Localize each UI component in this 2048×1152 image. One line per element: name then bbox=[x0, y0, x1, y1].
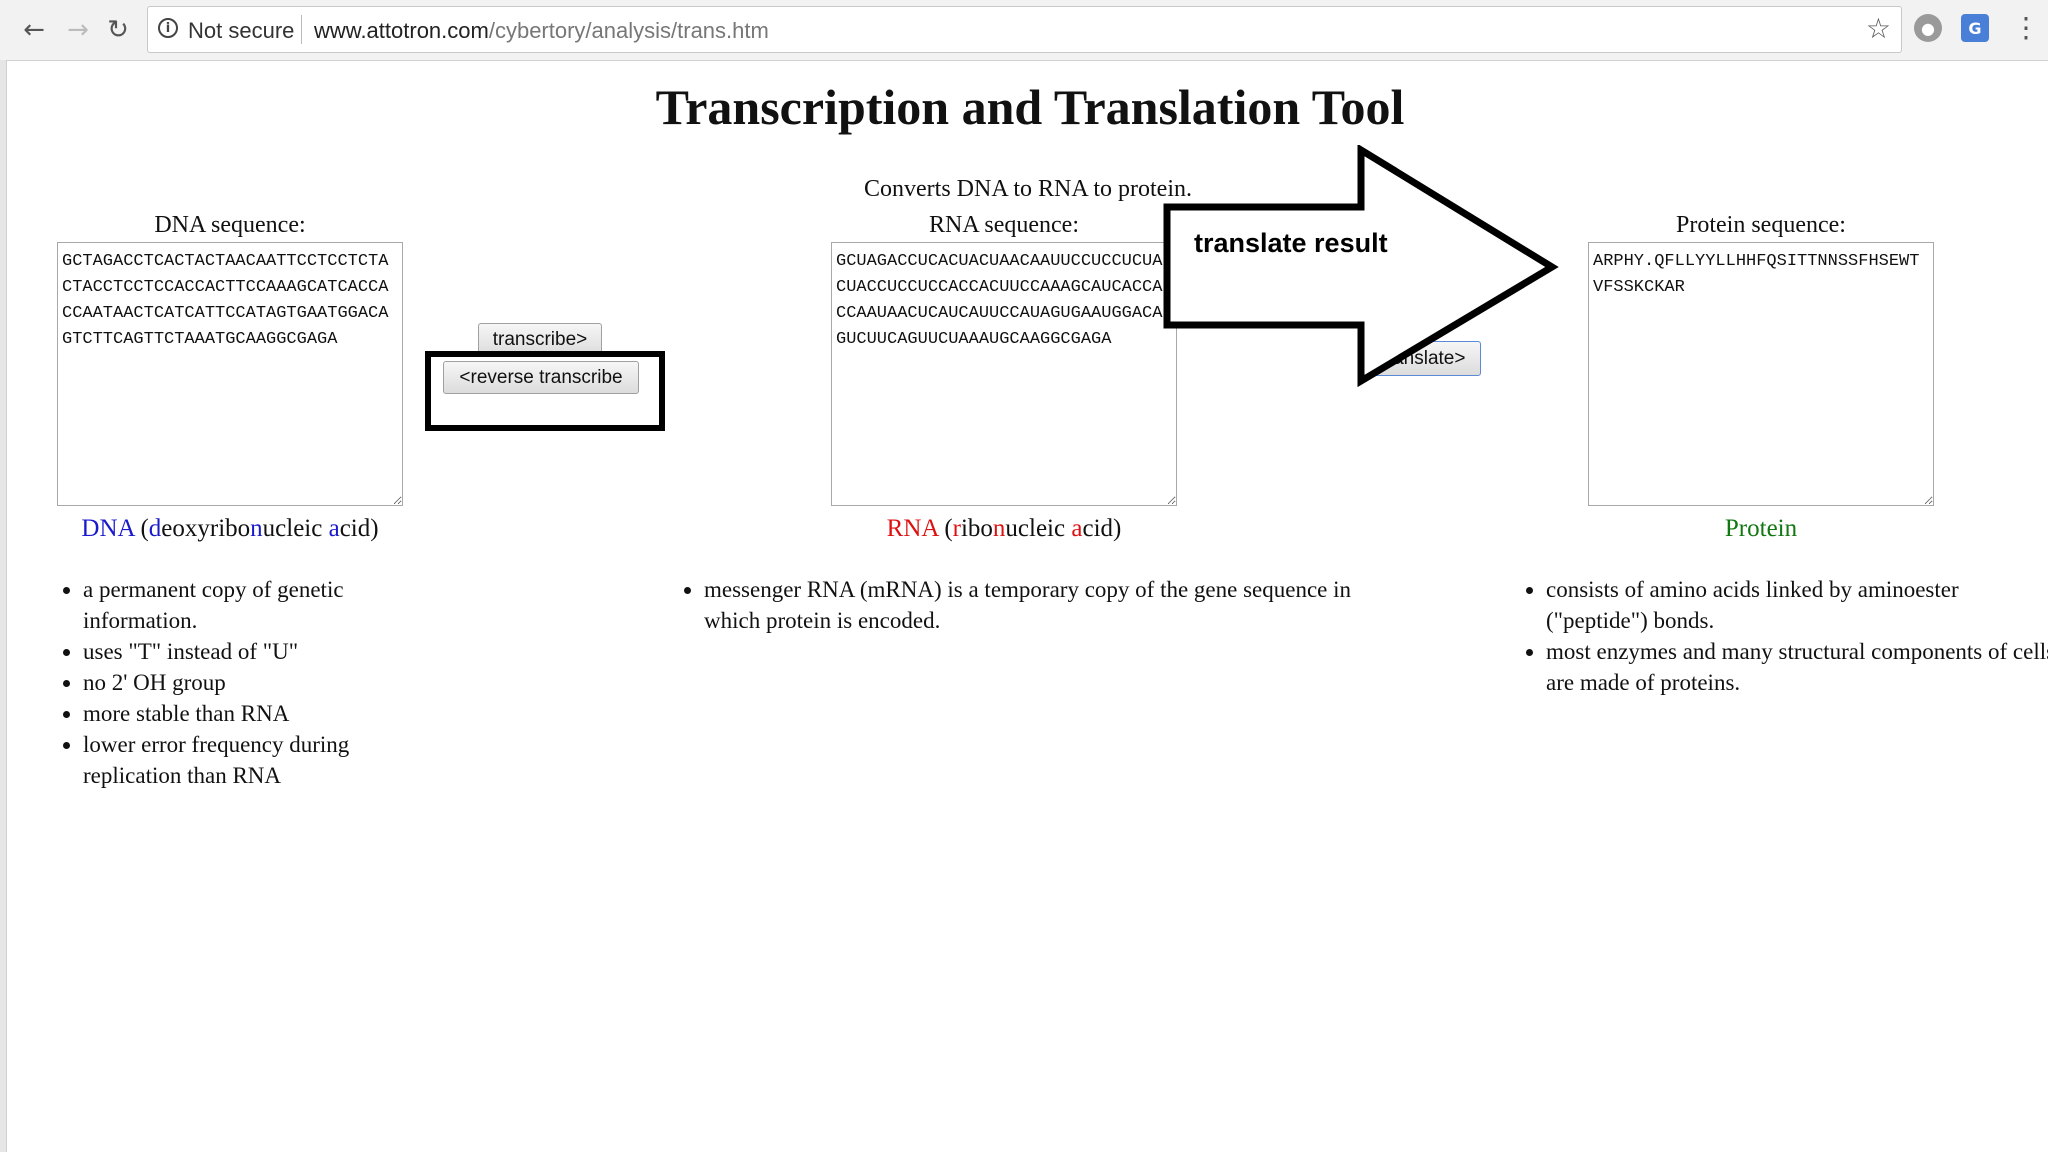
list-item: a permanent copy of genetic information. bbox=[83, 574, 413, 636]
rna-sequence-input[interactable]: GCUAGACCUCACUACUAACAAUUCCUCCUCUACUACCUCC… bbox=[831, 242, 1177, 506]
dna-sequence-input[interactable]: GCTAGACCTCACTACTAACAATTCCTCCTCTACTACCTCC… bbox=[57, 242, 403, 506]
dna-caption-part: ( bbox=[140, 515, 149, 542]
dna-sequence-label: DNA sequence: bbox=[154, 212, 306, 238]
rna-caption-part: ibo bbox=[960, 515, 993, 542]
dna-caption-part: ucleic bbox=[262, 515, 329, 542]
url-text[interactable]: www.attotron.com/cybertory/analysis/tran… bbox=[314, 18, 769, 44]
security-label[interactable]: Not secure bbox=[188, 18, 294, 44]
protein-caption: Protein bbox=[1724, 515, 1798, 542]
window-left-edge bbox=[0, 60, 7, 1152]
list-item: consists of amino acids linked by aminoe… bbox=[1546, 574, 2048, 636]
address-bar[interactable]: i Not secure www.attotron.com/cybertory/… bbox=[147, 6, 1902, 53]
info-icon[interactable]: i bbox=[158, 18, 178, 38]
list-item: most enzymes and many structural compone… bbox=[1546, 636, 2048, 698]
address-separator bbox=[301, 15, 302, 44]
back-arrow-icon[interactable]: ← bbox=[16, 12, 52, 48]
bookmark-star-icon[interactable]: ☆ bbox=[1866, 12, 1891, 45]
url-path: /cybertory/analysis/trans.htm bbox=[488, 18, 769, 43]
protein-facts-list: consists of amino acids linked by aminoe… bbox=[1520, 574, 2048, 698]
dna-caption-term: DNA bbox=[81, 515, 135, 542]
list-item: lower error frequency during replication… bbox=[83, 729, 413, 791]
dna-caption: DNA (deoxyribonucleic acid) bbox=[40, 515, 420, 543]
list-item: more stable than RNA bbox=[83, 698, 413, 729]
rna-caption-term: RNA bbox=[886, 515, 939, 542]
rna-facts-list: messenger RNA (mRNA) is a temporary copy… bbox=[678, 574, 1394, 636]
rna-caption-letter-r: r bbox=[952, 515, 961, 542]
rna-caption-part: ( bbox=[944, 515, 953, 542]
translate-extension-icon[interactable]: G bbox=[1961, 14, 1989, 42]
protein-sequence-output[interactable]: ARPHY.QFLLYYLLHHFQSITTNNSSFHSEWTVFSSKCKA… bbox=[1588, 242, 1934, 506]
rna-caption-letter-a: a bbox=[1071, 515, 1083, 542]
browser-toolbar: ← → ↻ i Not secure www.attotron.com/cybe… bbox=[0, 0, 2048, 61]
rna-caption-part: cid) bbox=[1082, 515, 1122, 542]
dna-facts-list: a permanent copy of genetic information.… bbox=[57, 574, 413, 791]
dna-caption-part: cid) bbox=[339, 515, 379, 542]
annotation-arrow-icon bbox=[1163, 145, 1559, 388]
dna-caption-letter-n: n bbox=[250, 515, 263, 542]
list-item: uses "T" instead of "U" bbox=[83, 636, 413, 667]
annotation-text: translate result bbox=[1194, 228, 1388, 258]
dna-caption-letter-a: a bbox=[328, 515, 340, 542]
browser-menu-icon[interactable]: ⋮ bbox=[2012, 11, 2040, 44]
forward-arrow-icon[interactable]: → bbox=[60, 12, 96, 48]
page-title: Transcription and Translation Tool bbox=[655, 79, 1405, 135]
protein-sequence-label: Protein sequence: bbox=[1676, 212, 1846, 238]
extension-globe-icon[interactable]: ● bbox=[1914, 14, 1942, 42]
reload-icon[interactable]: ↻ bbox=[100, 12, 136, 48]
rna-sequence-label: RNA sequence: bbox=[929, 212, 1079, 238]
dna-caption-letter-d: d bbox=[148, 515, 162, 542]
reverse-transcribe-highlight-box bbox=[425, 351, 665, 431]
rna-caption-letter-n: n bbox=[992, 515, 1006, 542]
page-subtitle: Converts DNA to RNA to protein. bbox=[864, 176, 1192, 202]
url-host: www.attotron.com bbox=[314, 18, 489, 43]
rna-caption: RNA (ribonucleic acid) bbox=[814, 515, 1194, 543]
list-item: messenger RNA (mRNA) is a temporary copy… bbox=[704, 574, 1394, 636]
rna-caption-part: ucleic bbox=[1005, 515, 1072, 542]
list-item: no 2' OH group bbox=[83, 667, 413, 698]
dna-caption-part: eoxyribo bbox=[161, 515, 251, 542]
